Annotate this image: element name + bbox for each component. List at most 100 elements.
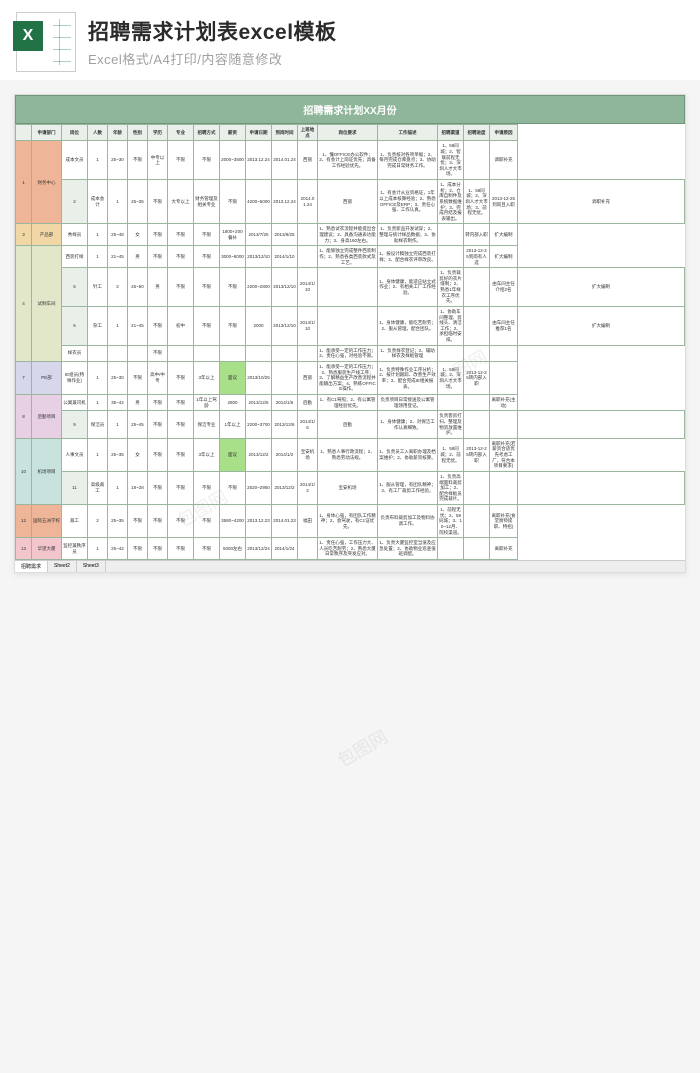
cell: 西丽	[298, 361, 318, 394]
table-row: 4试制车间西装打样121~45男不限不限不限3000~80002013/12/1…	[16, 246, 685, 268]
cell	[298, 538, 318, 560]
excel-x-badge: X	[13, 21, 43, 51]
cell: 2013-12-25到岗且入职	[490, 180, 518, 224]
cell: 不限	[194, 505, 220, 538]
cell: 产品部	[32, 224, 62, 246]
cell: 1、有会计从业资格证，1年以上成本核算经验；2、熟悉OFFICE及ERP；3、责…	[378, 180, 438, 224]
cell	[490, 345, 518, 361]
cell	[464, 141, 490, 180]
table-row: 9保洁员125~45不限不限保洁专业1年以上2200~37002013/12/6…	[16, 411, 685, 439]
cell: 1、成本分析；2、仓库自制件及系统数据维护；3、完成月结及报表输出。	[438, 180, 464, 224]
cell: 1	[108, 306, 128, 345]
cell: 25~42	[108, 538, 128, 560]
cell: 离职补充(主动)	[490, 395, 518, 411]
cell: 男	[128, 395, 148, 411]
cell: 2013-12-25转内部入职	[464, 361, 490, 394]
cell: 高级裁工	[88, 471, 108, 504]
cell	[194, 345, 220, 361]
cell: 女	[128, 224, 148, 246]
cell	[438, 224, 464, 246]
cell: 2520~2950	[246, 471, 272, 504]
cell: 保洁专业	[194, 411, 220, 439]
cell: 1	[108, 180, 128, 224]
cell: 1、负责样衣登记；2、辅助样衣及样板管理	[378, 345, 438, 361]
cell: 扩大编制	[518, 268, 685, 307]
sheet-tab-bar: 招聘需求 Sheet2 Sheet3	[15, 560, 685, 572]
cell: 不限	[148, 306, 168, 345]
excel-icon: X	[16, 12, 76, 72]
cell: 后勤项目	[32, 395, 62, 439]
cell	[518, 411, 685, 439]
sheet-tab[interactable]: Sheet3	[77, 561, 106, 572]
cell: 1	[88, 395, 108, 411]
cell: 25~48	[108, 224, 128, 246]
cell: 不限	[194, 246, 220, 268]
column-header: 薪资	[220, 125, 246, 141]
cell: 由车间主任介绍2名	[490, 268, 518, 307]
cell: 人事文员	[62, 438, 88, 471]
cell: 1	[88, 246, 108, 268]
cell: 1	[88, 361, 108, 394]
cell: 2013/12/24	[246, 538, 272, 560]
cell: 2	[62, 180, 88, 224]
recruitment-table: 申请部门岗位人数年龄性别学历专业招聘方式薪资申请日期到岗时间上班地点岗位要求工作…	[15, 124, 685, 560]
cell	[220, 345, 246, 361]
cell	[168, 345, 194, 361]
cell	[438, 395, 464, 411]
cell: 11	[62, 471, 88, 504]
cell: 3580~4200	[220, 505, 246, 538]
cell: 1	[108, 411, 128, 439]
cell: 成本会计	[88, 180, 108, 224]
column-header	[16, 125, 32, 141]
cell	[438, 345, 464, 361]
sheet-tab[interactable]: 招聘需求	[15, 561, 48, 572]
cell: 由车间主任推荐1名	[490, 306, 518, 345]
cell: 21~45	[128, 306, 148, 345]
cell: 福田	[298, 505, 318, 538]
cell: 1、身体健康；2、对保洁工作认真细致。	[378, 411, 438, 439]
cell: 财务管理及相关专业	[194, 180, 220, 224]
cell	[464, 306, 490, 345]
cell: 2014.01.24	[298, 180, 318, 224]
cell: 2013/7/25	[246, 224, 272, 246]
cell: 秀样员	[62, 224, 88, 246]
preview-frame: 招聘需求计划XX月份 申请部门岗位人数年龄性别学历专业招聘方式薪资申请日期到岗时…	[14, 94, 686, 573]
cell: 2013/12/2	[272, 471, 298, 504]
cell: 2014.01.24	[272, 141, 298, 180]
cell	[490, 471, 518, 504]
cell: 25~50	[128, 268, 148, 307]
column-header: 招聘方式	[194, 125, 220, 141]
cell: 不限	[220, 180, 246, 224]
table-row: 1财务中心成本文员125~30不限中专以上不限不限2000~35002013.1…	[16, 141, 685, 180]
cell: 1、服从管理，有团队精神；2、有工厂裁剪工作经验。	[378, 471, 438, 504]
cell: 2013-12-25到岗有人选	[464, 246, 490, 268]
cell: 面议	[220, 361, 246, 394]
cell: 男	[128, 246, 148, 268]
cell	[272, 345, 298, 361]
column-header: 性别	[128, 125, 148, 141]
cell	[464, 268, 490, 307]
cell	[464, 345, 490, 361]
cell: 不限	[148, 345, 168, 361]
cell: 25~30	[108, 141, 128, 180]
cell: 3	[16, 224, 32, 246]
cell: 西丽	[298, 141, 318, 180]
table-row: 11高级裁工118~28不限不限不限不限2520~29502013/12/220…	[16, 471, 685, 504]
cell: 机场项目	[32, 438, 62, 504]
cell: 国际五洲学校	[32, 505, 62, 538]
cell: 不限	[168, 505, 194, 538]
column-header: 专业	[168, 125, 194, 141]
cell: 2013.12.23	[246, 505, 272, 538]
sheet-tab[interactable]: Sheet2	[48, 561, 77, 572]
cell: 1、负责核对各项单据；2、每月完成仓库盘点；3、协助完成日常财务工作。	[378, 141, 438, 180]
cell: 1	[108, 471, 128, 504]
cell: 2013/10/25	[246, 361, 272, 394]
cell: 华望大厦	[32, 538, 62, 560]
cell: 不限	[194, 306, 220, 345]
cell: 2014.01.23	[272, 505, 298, 538]
cell: 不限	[128, 505, 148, 538]
cell: 35~42	[108, 395, 128, 411]
cell: 2013.12.24	[246, 141, 272, 180]
cell: 不限	[148, 505, 168, 538]
cell: 2200~3700	[246, 411, 272, 439]
